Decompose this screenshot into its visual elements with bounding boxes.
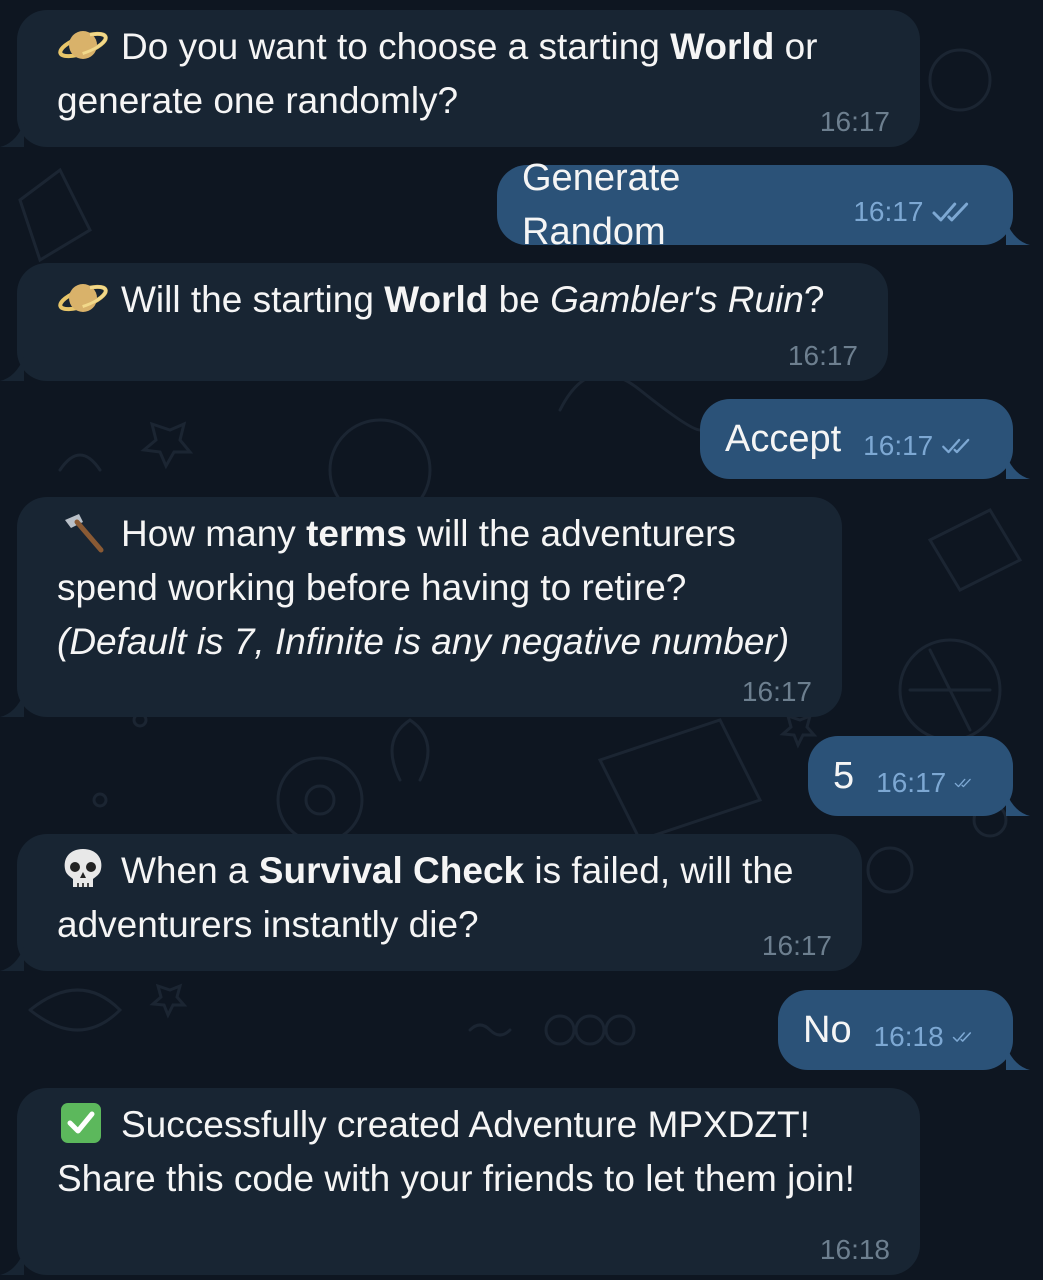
double-check-icon xyxy=(954,778,971,788)
bubble-tail xyxy=(0,1251,24,1275)
bubble-tail xyxy=(1006,1046,1030,1070)
chat-history[interactable]: Do you want to choose a starting World o… xyxy=(0,0,1043,1280)
skull-icon xyxy=(57,847,109,891)
double-check-icon xyxy=(932,202,969,222)
message-time: 16:17 xyxy=(819,106,890,137)
hammer-icon xyxy=(57,510,109,554)
bubble-tail xyxy=(1006,455,1030,479)
message-time: 16:18 xyxy=(873,1021,944,1052)
message-text: 5 xyxy=(833,755,855,797)
message-text: Generate Random xyxy=(522,157,681,253)
message-text: Accept xyxy=(725,418,842,460)
message-time: 16:17 xyxy=(876,767,947,798)
check-mark-button-icon xyxy=(57,1101,109,1145)
bubble-tail xyxy=(0,357,24,381)
message-text: Will the starting World be Gambler's Rui… xyxy=(57,273,848,327)
incoming-message[interactable]: When a Survival Check is failed, will th… xyxy=(0,834,862,971)
message-text: No xyxy=(803,1009,852,1051)
message-time: 16:17 xyxy=(863,430,934,461)
message-text: How many terms will the adventurers spen… xyxy=(57,507,802,669)
outgoing-message[interactable]: 5 16:17 xyxy=(808,736,1030,816)
bubble-tail xyxy=(0,123,24,147)
message-text: When a Survival Check is failed, will th… xyxy=(57,844,822,952)
outgoing-message[interactable]: No 16:18 xyxy=(778,990,1030,1070)
message-time: 16:17 xyxy=(853,196,924,227)
double-check-icon xyxy=(942,438,970,454)
message-time: 16:17 xyxy=(787,340,858,371)
incoming-message[interactable]: Will the starting World be Gambler's Rui… xyxy=(0,263,888,381)
incoming-message[interactable]: How many terms will the adventurers spen… xyxy=(0,497,842,717)
bubble-tail xyxy=(1006,792,1030,816)
ringed-planet-icon xyxy=(57,276,109,320)
double-check-icon xyxy=(952,1032,971,1042)
bubble-tail xyxy=(1006,221,1030,245)
bubble-tail xyxy=(0,947,24,971)
ringed-planet-icon xyxy=(57,23,109,67)
incoming-message[interactable]: Do you want to choose a starting World o… xyxy=(0,10,920,147)
outgoing-message[interactable]: Generate Random 16:17 xyxy=(497,157,1030,253)
message-time: 16:17 xyxy=(741,676,812,707)
incoming-message[interactable]: Successfully created Adventure MPXDZT! S… xyxy=(0,1088,920,1275)
message-time: 16:18 xyxy=(819,1234,890,1265)
message-text: Successfully created Adventure MPXDZT! S… xyxy=(57,1098,880,1206)
message-text: Do you want to choose a starting World o… xyxy=(57,20,880,128)
bubble-tail xyxy=(0,693,24,717)
message-time: 16:17 xyxy=(761,930,832,961)
outgoing-message[interactable]: Accept 16:17 xyxy=(700,399,1030,479)
